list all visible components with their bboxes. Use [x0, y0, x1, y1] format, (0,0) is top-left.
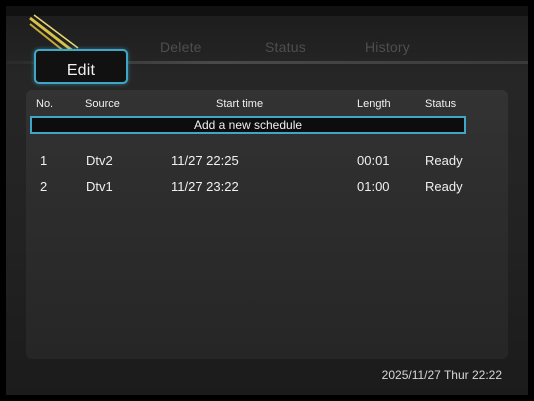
cell-start-time: 11/27 22:25 [171, 153, 239, 168]
date-time-clock: 2025/11/27 Thur 22:22 [381, 368, 502, 382]
tab-status-label: Status [265, 39, 306, 55]
header-start-time: Start time [216, 98, 264, 110]
header-no: No. [36, 98, 54, 110]
cell-no: 1 [40, 153, 48, 168]
tab-edit-label: Edit [66, 62, 96, 79]
tab-history[interactable]: History [365, 39, 410, 55]
tab-delete[interactable]: Delete [160, 39, 202, 55]
cell-status: Ready [425, 179, 463, 194]
cell-length: 01:00 [357, 179, 390, 194]
cell-no: 2 [40, 179, 48, 194]
table-header: No. Source Start time Length Status [26, 98, 508, 114]
header-status: Status [425, 98, 457, 110]
schedule-panel: No. Source Start time Length Status Add … [26, 90, 508, 359]
tab-history-label: History [365, 39, 410, 55]
header-source: Source [85, 98, 120, 110]
tab-edit[interactable]: Edit [34, 49, 128, 84]
tab-status[interactable]: Status [265, 39, 306, 55]
header-length: Length [357, 98, 391, 110]
cell-start-time: 11/27 23:22 [171, 179, 239, 194]
tab-delete-label: Delete [160, 39, 202, 55]
table-row[interactable]: 2 Dtv1 11/27 23:22 01:00 Ready [26, 179, 508, 199]
recorder-screen: Edit Delete Status History No. Source St… [6, 6, 528, 395]
add-schedule-label: Add a new schedule [193, 118, 303, 132]
cell-length: 00:01 [357, 153, 390, 168]
add-schedule-row[interactable]: Add a new schedule [30, 116, 466, 134]
cell-source: Dtv1 [86, 179, 113, 194]
cell-status: Ready [425, 153, 463, 168]
cell-source: Dtv2 [86, 153, 113, 168]
table-row[interactable]: 1 Dtv2 11/27 22:25 00:01 Ready [26, 153, 508, 173]
